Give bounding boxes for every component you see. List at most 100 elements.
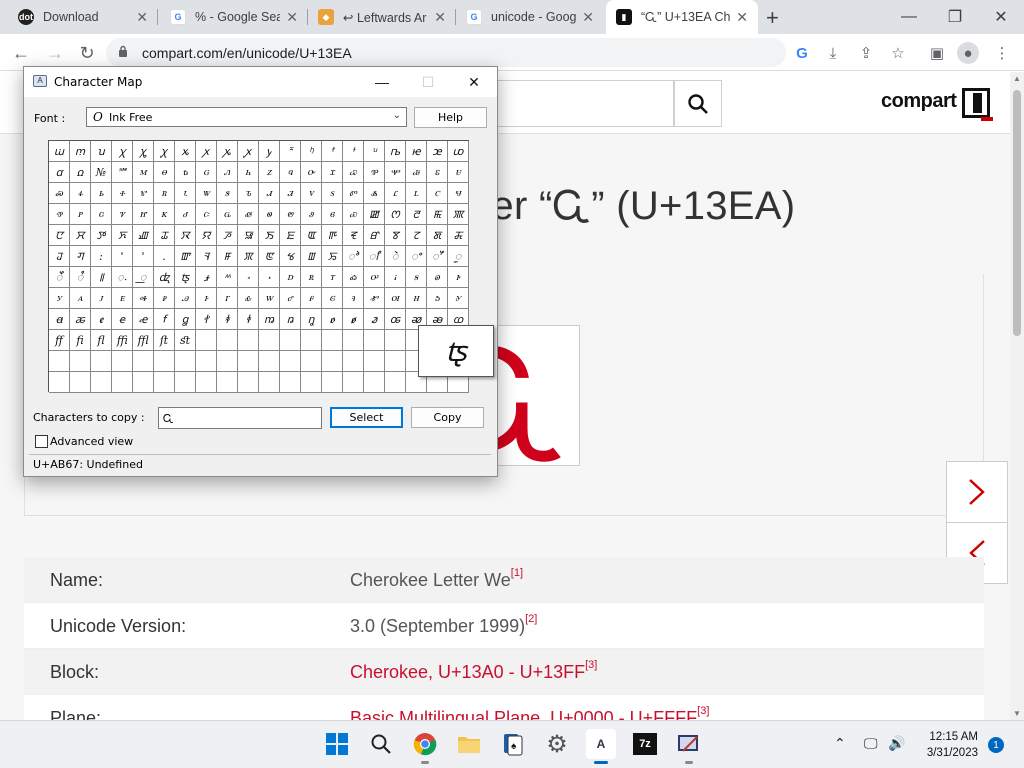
solitaire-app[interactable]: ♠ [498, 729, 528, 759]
character-cell[interactable]: ꮔ [280, 162, 301, 183]
character-cell[interactable]: ꮥ [217, 183, 238, 204]
character-cell[interactable]: ꮐ [196, 162, 217, 183]
character-cell[interactable]: ꮁ [217, 288, 238, 309]
character-cell[interactable] [70, 372, 91, 393]
bookmark-star-icon[interactable]: ☆ [887, 42, 909, 64]
character-cell[interactable]: ꮵ [133, 204, 154, 225]
tab-compart-active[interactable]: ▮ “Ꮹ” U+13EA Ch ✕ [606, 0, 758, 34]
character-cell[interactable]: ꮟ [91, 183, 112, 204]
volume-icon[interactable]: 🔊 [888, 735, 905, 752]
network-icon[interactable]: 🖵 [864, 735, 878, 752]
close-window-icon[interactable]: ✕ [978, 0, 1024, 34]
chevron-up-icon[interactable]: ⌃ [834, 735, 846, 752]
character-cell[interactable]: ꯇ [91, 225, 112, 246]
character-cell[interactable]: ꬱ [70, 309, 91, 330]
character-cell[interactable]: ꭀ [385, 309, 406, 330]
character-cell[interactable]: ꮱ [49, 204, 70, 225]
character-cell[interactable]: ꬰ [49, 309, 70, 330]
new-tab-button[interactable]: + [766, 5, 779, 31]
character-cell[interactable]: ꭳ [343, 267, 364, 288]
character-cell[interactable]: ꬵ [154, 309, 175, 330]
footnote-link[interactable]: [1] [511, 567, 523, 579]
next-character-button[interactable] [946, 461, 1008, 523]
character-cell[interactable]: ꯟ [259, 246, 280, 267]
character-cell[interactable]: ﬅ [154, 330, 175, 351]
character-cell[interactable]: ﬆ [175, 330, 196, 351]
character-cell[interactable] [385, 351, 406, 372]
compart-logo-text[interactable]: compart [881, 90, 957, 113]
character-cell[interactable] [133, 351, 154, 372]
character-cell[interactable]: ꭢ [427, 141, 448, 162]
character-cell[interactable]: ꭑ [70, 141, 91, 162]
character-cell[interactable] [364, 330, 385, 351]
footnote-link[interactable]: [3] [697, 705, 709, 717]
character-cell[interactable]: ꮝ [49, 183, 70, 204]
character-cell[interactable]: ꮠ [112, 183, 133, 204]
editor-app[interactable] [674, 729, 704, 764]
character-cell[interactable]: ꯎ [238, 225, 259, 246]
character-cell[interactable] [196, 372, 217, 393]
character-cell[interactable]: ﬁ [70, 330, 91, 351]
character-cell[interactable]: ꮀ [196, 288, 217, 309]
character-cell[interactable] [322, 351, 343, 372]
character-cell[interactable]: ꮂ [238, 288, 259, 309]
character-cell[interactable]: ꮻ [259, 204, 280, 225]
character-cell[interactable]: ꮳ [91, 204, 112, 225]
character-cell[interactable]: ꮕ [301, 162, 322, 183]
character-cell[interactable]: ꯢ [322, 246, 343, 267]
character-cell[interactable]: ꭡ [406, 141, 427, 162]
character-cell[interactable]: ꭼ [112, 288, 133, 309]
character-cell[interactable]: ꭰ [280, 267, 301, 288]
character-cell[interactable]: ꮏ [175, 162, 196, 183]
character-cell[interactable]: ꭾ [154, 288, 175, 309]
character-cell[interactable]: ꮒ [238, 162, 259, 183]
character-cell[interactable]: ꯣ [343, 246, 364, 267]
character-cell[interactable]: ꯖ [406, 225, 427, 246]
character-cell[interactable]: ꮉ [364, 288, 385, 309]
character-cell[interactable]: ꮜ [448, 162, 469, 183]
character-cell[interactable]: ꬲ [91, 309, 112, 330]
character-cell[interactable] [259, 351, 280, 372]
character-cell[interactable]: ꯈ [112, 225, 133, 246]
character-cell[interactable]: ꮌ [427, 288, 448, 309]
character-cell[interactable]: ꮯ [427, 183, 448, 204]
minimize-icon[interactable]: — [359, 67, 405, 97]
character-cell[interactable]: ꮣ [175, 183, 196, 204]
character-cell[interactable]: ꮅ [301, 288, 322, 309]
character-cell[interactable]: ꯩ [49, 267, 70, 288]
character-cell[interactable]: ꭟ [364, 141, 385, 162]
character-cell[interactable] [175, 372, 196, 393]
character-cell[interactable]: ꯥ [385, 246, 406, 267]
character-cell[interactable] [259, 330, 280, 351]
character-cell[interactable] [301, 330, 322, 351]
page-scrollbar[interactable]: ▲ ▼ [1010, 72, 1024, 720]
plane-link[interactable]: Basic Multilingual Plane, U+0000 - U+FFF… [350, 705, 709, 720]
character-cell[interactable]: ꮛ [427, 162, 448, 183]
character-cell[interactable]: ꯊ [154, 225, 175, 246]
character-cell[interactable]: ꮲ [70, 204, 91, 225]
character-cell[interactable]: ꯪ [70, 267, 91, 288]
character-cell[interactable]: ꯫ [91, 267, 112, 288]
character-cell[interactable]: ꭔ [133, 141, 154, 162]
character-cell[interactable] [217, 372, 238, 393]
character-cell[interactable]: ꮶ [154, 204, 175, 225]
character-cell[interactable]: ꬺ [259, 309, 280, 330]
character-cell[interactable]: ꭵ [385, 267, 406, 288]
character-cell[interactable]: ꭚ [259, 141, 280, 162]
character-cell[interactable]: ꯞ [238, 246, 259, 267]
character-cell[interactable]: ꭥ [70, 162, 91, 183]
character-cell[interactable] [301, 372, 322, 393]
character-cell[interactable]: ꭸ [448, 267, 469, 288]
character-cell[interactable] [364, 372, 385, 393]
character-cell[interactable]: ꮾ [322, 204, 343, 225]
character-cell[interactable]: : [91, 246, 112, 267]
character-cell[interactable]: ꬶ [175, 309, 196, 330]
character-cell[interactable]: ꮓ [259, 162, 280, 183]
character-cell[interactable]: ꮬ [364, 183, 385, 204]
character-cell[interactable] [280, 351, 301, 372]
character-cell[interactable]: ꮢ [154, 183, 175, 204]
character-cell[interactable]: ꮙ [385, 162, 406, 183]
character-cell[interactable]: ꭹ [49, 288, 70, 309]
character-cell[interactable] [343, 372, 364, 393]
restore-icon[interactable]: ❐ [932, 0, 978, 34]
